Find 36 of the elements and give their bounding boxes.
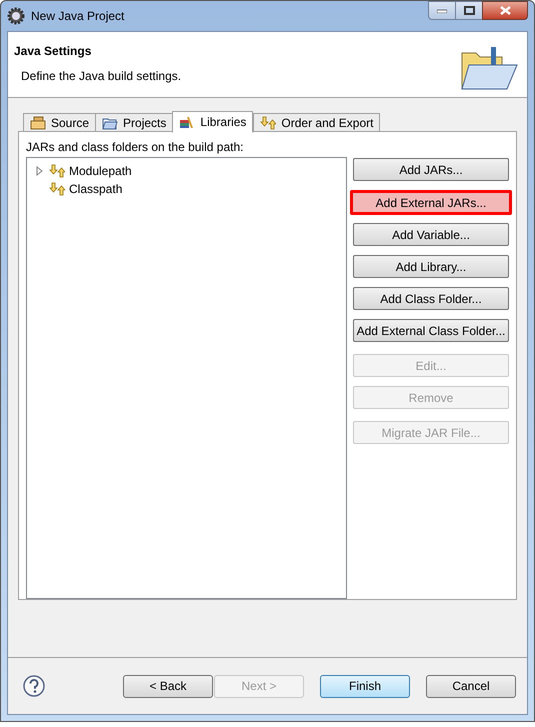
tab[interactable]: Source	[23, 113, 96, 132]
package-folder-icon	[30, 116, 46, 130]
panel-label: JARs and class folders on the build path:	[26, 139, 244, 154]
maximize-button[interactable]	[456, 1, 482, 20]
maximize-icon	[464, 6, 474, 15]
minimize-button[interactable]	[428, 1, 456, 20]
page-description: Define the Java build settings.	[21, 68, 182, 85]
wizard-button[interactable]: < Back	[123, 674, 213, 698]
close-button[interactable]	[482, 1, 528, 20]
action-button[interactable]: Add External Class Folder...	[353, 319, 509, 342]
action-button[interactable]: Add Class Folder...	[353, 287, 509, 310]
page-title: Java Settings	[14, 43, 92, 60]
tree-item[interactable]: Modulepath	[69, 162, 132, 180]
window-title: New Java Project	[31, 8, 124, 25]
up-down-arrows-icon	[49, 164, 65, 178]
minimize-icon	[437, 8, 447, 12]
tree-item[interactable]: Classpath	[69, 180, 122, 198]
app-gear-icon	[7, 7, 25, 25]
folder-icon	[102, 116, 118, 130]
tab[interactable]: Projects	[95, 113, 174, 132]
folder-icon	[461, 45, 519, 91]
wizard-button[interactable]: Cancel	[426, 674, 516, 698]
books-icon	[179, 115, 196, 129]
tab[interactable]: Order and Export	[253, 113, 380, 132]
up-down-arrows-icon	[49, 182, 65, 196]
action-button[interactable]: Add External JARs...	[350, 190, 512, 215]
up-down-arrows-icon	[260, 116, 276, 130]
action-button[interactable]: Add JARs...	[353, 158, 509, 181]
close-icon	[500, 6, 510, 15]
action-button[interactable]: Add Variable...	[353, 223, 509, 246]
action-button[interactable]: Add Library...	[353, 255, 509, 278]
expand-arrow-icon[interactable]	[35, 164, 45, 178]
tab[interactable]: Libraries	[172, 111, 254, 133]
build-path-tree[interactable]: Modulepath Classpath	[26, 157, 347, 599]
help-icon[interactable]	[23, 675, 45, 697]
wizard-button[interactable]: Finish	[320, 674, 410, 698]
